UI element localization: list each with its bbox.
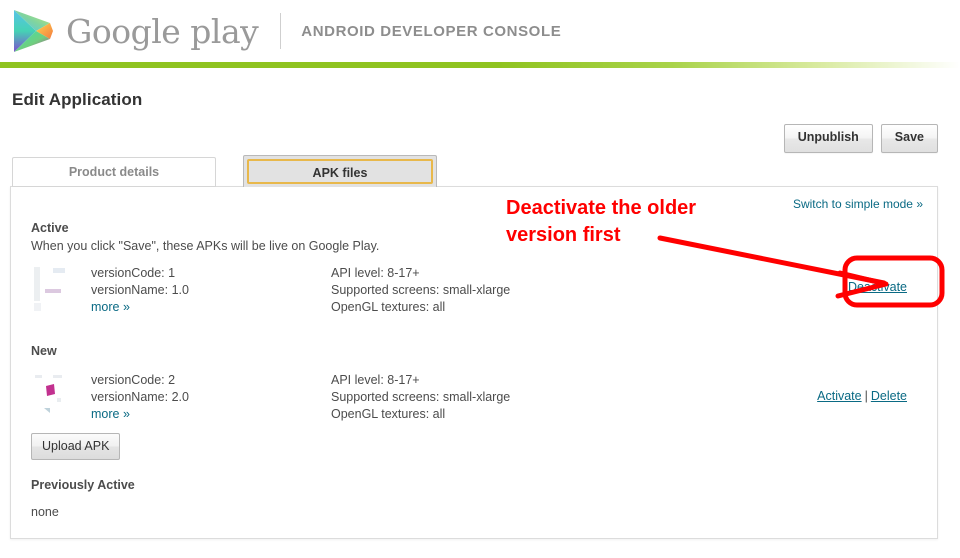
active-section-heading: Active (31, 221, 69, 235)
apk-compat-info-active: API level: 8-17+ Supported screens: smal… (331, 265, 631, 316)
google-play-wordmark: Google play (66, 11, 259, 51)
version-code: versionCode: 1 (91, 266, 176, 280)
previously-active-heading: Previously Active (31, 478, 135, 492)
apk-row-new: versionCode: 2 versionName: 2.0 more » A… (31, 372, 921, 423)
save-button[interactable]: Save (880, 124, 938, 153)
apk-files-panel: Switch to simple mode » Active When you … (10, 186, 938, 539)
opengl-textures: OpenGL textures: all (331, 407, 446, 421)
switch-to-simple-mode-link[interactable]: Switch to simple mode » (793, 197, 923, 211)
top-action-bar: Unpublish Save (783, 124, 938, 153)
new-section-heading: New (31, 344, 57, 358)
apk-app-icon (31, 265, 79, 313)
supported-screens: Supported screens: small-xlarge (331, 283, 511, 297)
apk-compat-info-new: API level: 8-17+ Supported screens: smal… (331, 372, 631, 423)
unpublish-button[interactable]: Unpublish (783, 124, 873, 153)
tab-bar: Product details APK files (12, 155, 437, 187)
activate-link[interactable]: Activate (817, 389, 861, 403)
version-code: versionCode: 2 (91, 373, 176, 387)
apk-actions-active: Deactivate (848, 280, 907, 294)
new-section: New versionCode: 2 versionName: 2.0 more… (31, 344, 921, 460)
upload-apk-button[interactable]: Upload APK (31, 433, 121, 460)
page-title: Edit Application (12, 90, 143, 109)
apk-version-info-new: versionCode: 2 versionName: 2.0 more » (91, 372, 331, 423)
version-name: versionName: 1.0 (91, 283, 189, 297)
deactivate-link[interactable]: Deactivate (848, 280, 907, 294)
api-level: API level: 8-17+ (331, 373, 420, 387)
apk-version-info-active: versionCode: 1 versionName: 1.0 more » (91, 265, 331, 316)
brand-row: Google play ANDROID DEVELOPER CONSOLE (0, 0, 960, 62)
apk-row-active: versionCode: 1 versionName: 1.0 more » A… (31, 265, 921, 316)
more-link-active[interactable]: more » (91, 300, 130, 314)
console-label: ANDROID DEVELOPER CONSOLE (301, 22, 562, 40)
tab-product-details[interactable]: Product details (12, 157, 216, 187)
brand-green-bar (0, 62, 960, 68)
more-link-new[interactable]: more » (91, 407, 130, 421)
tab-apk-files-label: APK files (247, 159, 433, 184)
brand-divider (280, 13, 282, 49)
action-separator: | (864, 389, 868, 403)
active-section: Active When you click "Save", these APKs… (31, 221, 921, 316)
delete-link[interactable]: Delete (871, 389, 907, 403)
previously-active-section: Previously Active none (31, 478, 921, 519)
api-level: API level: 8-17+ (331, 266, 420, 280)
previously-active-value: none (31, 505, 59, 519)
google-play-triangle-icon (12, 9, 54, 53)
opengl-textures: OpenGL textures: all (331, 300, 446, 314)
tab-apk-files[interactable]: APK files (243, 155, 437, 187)
site-header: Google play ANDROID DEVELOPER CONSOLE (0, 0, 960, 62)
supported-screens: Supported screens: small-xlarge (331, 390, 511, 404)
apk-app-icon (31, 372, 79, 420)
apk-actions-new: Activate | Delete (817, 389, 907, 403)
active-section-subtext: When you click "Save", these APKs will b… (31, 239, 380, 253)
version-name: versionName: 2.0 (91, 390, 189, 404)
